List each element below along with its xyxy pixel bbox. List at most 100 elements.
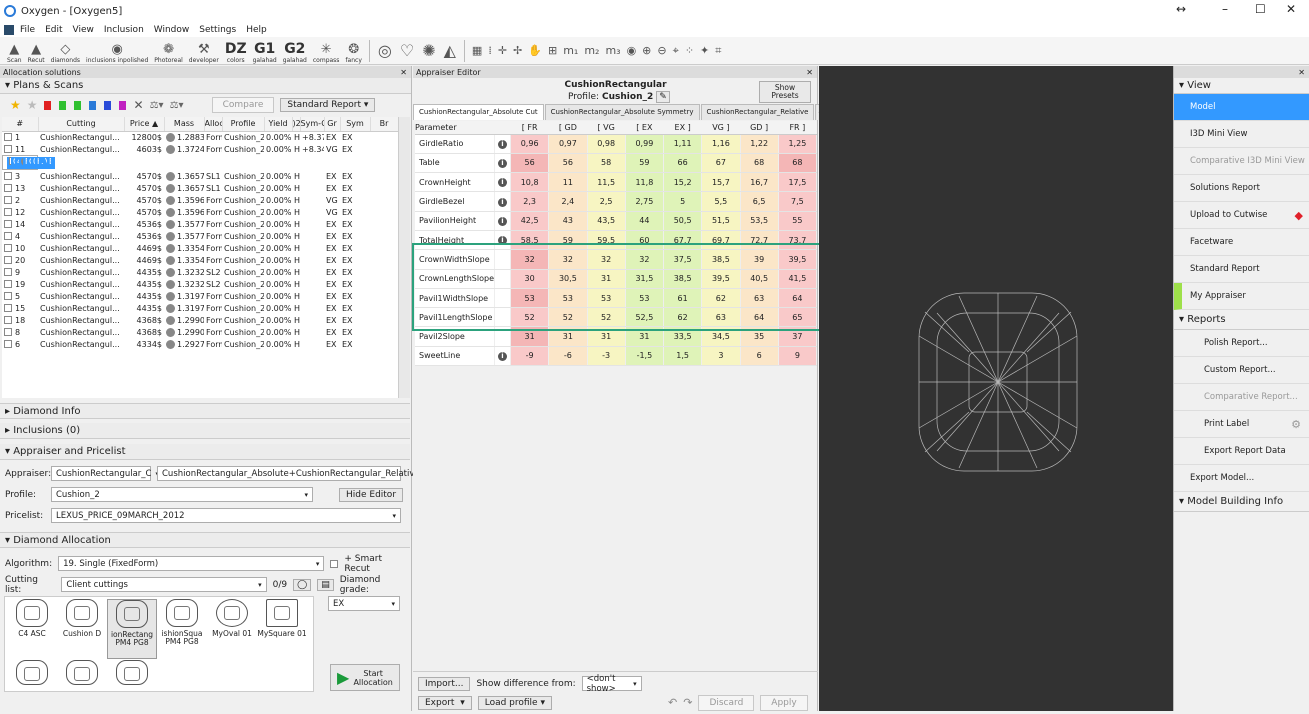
red-flag-icon[interactable] xyxy=(43,100,51,110)
info-icon[interactable]: i xyxy=(498,236,507,246)
grid-icon[interactable]: ▦ xyxy=(469,44,485,57)
m2-icon[interactable]: m₂ xyxy=(581,44,602,57)
apply-button[interactable]: Apply xyxy=(760,694,808,711)
table-row[interactable]: 20 CushionRectangul... 4469$ 1.3354FormCush… xyxy=(2,254,398,266)
show-presets-button[interactable]: Show Presets xyxy=(759,81,811,103)
param-value-cell[interactable]: 63 xyxy=(701,307,741,328)
plans-column-header[interactable]: Sym-O xyxy=(300,117,325,132)
table-row[interactable]: 19 CushionRectangul... 4435$ 1.3232 SL2 Cushi… xyxy=(2,278,398,290)
param-value-cell[interactable]: 62 xyxy=(663,307,703,328)
row-index-cell[interactable]: 6 xyxy=(2,338,38,350)
param-value-cell[interactable]: 50,5 xyxy=(663,211,703,231)
gem-tile[interactable] xyxy=(57,660,107,688)
param-row[interactable]: Pavil2Slope 31 31 31 31 33,5 34,5 35 37 xyxy=(415,326,818,347)
plans-scans-header[interactable]: ▾ Plans & Scans xyxy=(0,78,411,94)
view-my-appraiser[interactable]: My Appraiser xyxy=(1174,283,1309,310)
import-button[interactable]: Import... xyxy=(418,676,471,691)
custom-report[interactable]: Custom Report... xyxy=(1174,357,1309,384)
param-value-cell[interactable]: 31 xyxy=(587,269,626,289)
info-icon[interactable]: i xyxy=(498,216,507,226)
param-value-cell[interactable]: 39 xyxy=(740,249,779,270)
param-value-cell[interactable]: -1,5 xyxy=(625,346,665,367)
view-facetware[interactable]: Facetware xyxy=(1174,229,1309,256)
param-value-cell[interactable]: 32 xyxy=(510,249,550,270)
param-value-cell[interactable]: 11,8 xyxy=(625,172,665,193)
table-row[interactable]: 4 CushionRectangul... 4536$ 1.3577FormCushi… xyxy=(2,230,398,242)
row-checkbox[interactable] xyxy=(4,292,12,300)
eye-icon[interactable]: ◉ xyxy=(624,44,640,57)
magenta-flag-icon[interactable] xyxy=(118,100,126,110)
row-index-cell[interactable]: 2 xyxy=(2,194,38,206)
param-value-cell[interactable]: 2,75 xyxy=(625,191,665,212)
param-value-cell[interactable]: 56 xyxy=(510,153,550,174)
top-diamond-view-icon[interactable]: ✺ xyxy=(418,41,439,60)
round-diamond-view-icon[interactable]: ◎ xyxy=(374,41,396,60)
param-value-cell[interactable]: 0,99 xyxy=(625,134,665,154)
star-icon[interactable]: ✦ xyxy=(697,44,712,57)
param-value-cell[interactable]: 2,3 xyxy=(510,191,550,212)
select-icon[interactable]: ⌗ xyxy=(712,44,724,58)
table-row[interactable]: 10 CushionRectangul... 4469$ 1.3354FormCush… xyxy=(2,242,398,254)
param-value-cell[interactable]: 30,5 xyxy=(548,269,588,289)
pricelist-select[interactable]: LEXUS_PRICE_09MARCH_2012 ▾ xyxy=(51,508,401,523)
param-value-cell[interactable]: 32 xyxy=(548,249,588,270)
param-value-cell[interactable]: -9 xyxy=(510,346,550,367)
param-value-cell[interactable]: 15,2 xyxy=(663,172,703,193)
param-value-cell[interactable]: 61 xyxy=(663,288,703,309)
param-row[interactable]: Pavil1WidthSlope 53 53 53 53 61 62 63 64 xyxy=(415,288,818,309)
dz-colors-button[interactable]: DZ colors xyxy=(222,37,250,64)
info-icon[interactable]: i xyxy=(498,158,507,168)
param-value-cell[interactable]: 53 xyxy=(510,288,550,309)
fancy-button[interactable]: ❂ fancy xyxy=(342,37,364,65)
param-value-cell[interactable]: 63 xyxy=(740,288,779,309)
param-value-cell[interactable]: 0,96 xyxy=(510,134,550,154)
table-row[interactable]: 1 CushionRectangul... 12800$ 1.2883FormCush… xyxy=(2,131,398,143)
row-checkbox[interactable] xyxy=(4,340,12,348)
param-row[interactable]: CrownHeight i 10,8 11 11,5 11,8 15,2 15,7 16,7 17… xyxy=(415,172,818,193)
param-value-cell[interactable]: 2,5 xyxy=(587,191,626,212)
g1-galahad-button[interactable]: G1 galahad xyxy=(250,37,280,64)
gem-shape-icon[interactable]: ◯ xyxy=(293,578,312,591)
row-checkbox[interactable] xyxy=(4,316,12,324)
row-checkbox[interactable] xyxy=(4,172,12,180)
menu-settings[interactable]: Settings xyxy=(199,25,236,35)
menu-window[interactable]: Window xyxy=(154,25,190,35)
param-value-cell[interactable]: 59,5 xyxy=(587,230,626,251)
row-checkbox[interactable] xyxy=(4,184,12,192)
param-value-cell[interactable]: 53 xyxy=(587,288,626,309)
param-row[interactable]: GirdleRatio i 0,96 0,97 0,98 0,99 1,11 1,16 1,22… xyxy=(415,134,818,154)
param-value-cell[interactable]: 40,5 xyxy=(740,269,779,289)
zoom-in-icon[interactable]: ⊕ xyxy=(639,44,654,57)
green-flag-icon[interactable] xyxy=(58,100,66,110)
param-value-cell[interactable]: 17,5 xyxy=(778,172,818,193)
param-value-cell[interactable]: 68 xyxy=(778,153,818,174)
param-value-cell[interactable]: 53 xyxy=(548,288,588,309)
table-row[interactable]: 13 CushionRectangul... 4570$ 1.3657 SL1 Cushi… xyxy=(2,182,398,194)
view-solutions-report[interactable]: Solutions Report xyxy=(1174,175,1309,202)
plans-scrollbar[interactable] xyxy=(398,117,410,398)
inclusions-button[interactable]: ◉ inclusions inpolished xyxy=(83,37,151,65)
row-checkbox[interactable] xyxy=(4,232,12,240)
param-row[interactable]: PavilionHeight i 42,5 43 43,5 44 50,5 51,5 53,5 5… xyxy=(415,211,818,231)
gem-tile[interactable]: Cushion D xyxy=(57,599,107,659)
param-value-cell[interactable]: 65 xyxy=(778,307,818,328)
param-value-cell[interactable]: 30 xyxy=(510,269,550,289)
table-row[interactable]: 18 CushionRectangul... 4368$ 1.2990FormCush… xyxy=(2,314,398,326)
move-icon[interactable]: ✛ xyxy=(495,44,510,57)
green-flag-icon[interactable] xyxy=(73,100,81,110)
table-row[interactable]: 8 CushionRectangul... 4368$ 1.2990FormCushi… xyxy=(2,326,398,338)
row-checkbox[interactable] xyxy=(4,256,12,264)
gem-tile[interactable]: MyOval 01 xyxy=(207,599,257,659)
param-value-cell[interactable]: 59 xyxy=(548,230,588,251)
param-row[interactable]: SweetLine i -9 -6 -3 -1,5 1,5 3 6 9 xyxy=(415,346,818,367)
param-value-cell[interactable]: 37 xyxy=(778,326,818,347)
diamond-allocation-header[interactable]: ▾ Diamond Allocation xyxy=(0,532,410,548)
measure-icon[interactable]: ⊞ xyxy=(545,44,560,57)
table-row[interactable]: 2 CushionRectangul... 4570$ 1.3596FormCushi… xyxy=(2,194,398,206)
param-value-cell[interactable]: -6 xyxy=(548,346,588,367)
info-icon[interactable]: i xyxy=(498,178,507,188)
table-row[interactable]: ✓21CushionRectangul...4603$1.3724FormCus… xyxy=(2,155,55,170)
gem-tile[interactable]: C4 ASC xyxy=(7,599,57,659)
param-value-cell[interactable]: 10,8 xyxy=(510,172,550,193)
param-value-cell[interactable]: 59 xyxy=(625,153,665,174)
